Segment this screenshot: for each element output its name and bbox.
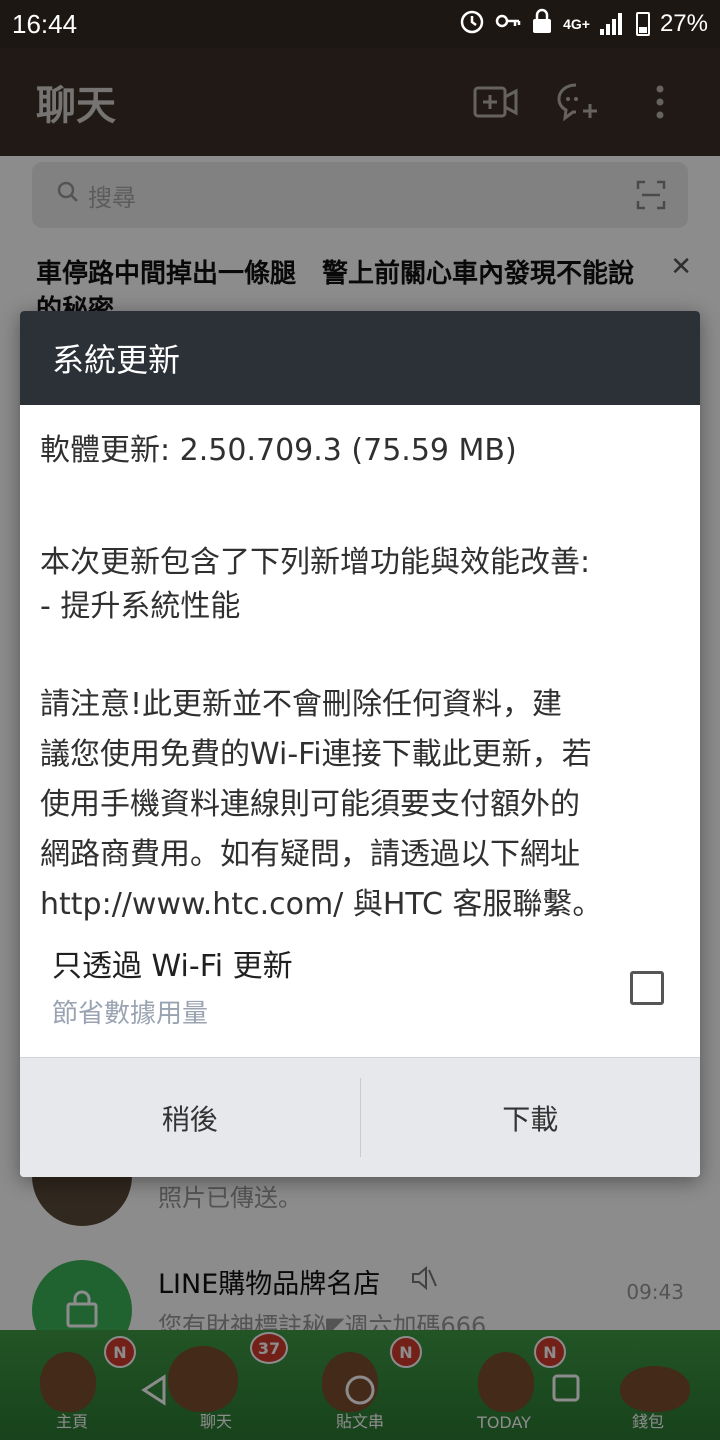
- battery-icon: [635, 12, 650, 36]
- notice-line: 議您使用免費的Wi-Fi連接下載此更新，若: [40, 737, 592, 772]
- wifi-only-checkbox[interactable]: [630, 971, 664, 1005]
- dialog-actions: 稍後 下載: [20, 1057, 700, 1177]
- battery-level: 27%: [659, 10, 708, 37]
- signal-icon: [599, 13, 626, 35]
- wifi-option-title: 只透過 Wi-Fi 更新: [52, 949, 293, 984]
- notice-line: 請注意!此更新並不會刪除任何資料，建: [40, 687, 563, 722]
- notice-line: 網路商費用。如有疑問，請透過以下網址: [40, 837, 580, 872]
- features-intro: 本次更新包含了下列新增功能與效能改善:: [40, 545, 591, 580]
- notice-url-line: http://www.htc.com/ 與HTC 客服聯繫。: [40, 887, 603, 922]
- feature-item: - 提升系統性能: [40, 589, 241, 624]
- version-label: 軟體更新:: [40, 433, 171, 468]
- lock-icon: [531, 8, 553, 41]
- wifi-only-option[interactable]: 只透過 Wi-Fi 更新 節省數據用量: [20, 931, 700, 1057]
- version-value: 2.50.709.3 (75.59 MB): [179, 433, 517, 468]
- dialog-body: 軟體更新: 2.50.709.3 (75.59 MB) 本次更新包含了下列新增功…: [20, 405, 700, 927]
- status-icons: 4G+ 27%: [459, 8, 708, 41]
- wifi-option-subtitle: 節省數據用量: [52, 999, 209, 1029]
- dialog-title: 系統更新: [20, 311, 700, 405]
- system-update-dialog: 系統更新 軟體更新: 2.50.709.3 (75.59 MB) 本次更新包含了…: [20, 311, 700, 1177]
- network-type: 4G+: [563, 16, 590, 32]
- notice-line: 使用手機資料連線則可能須要支付額外的: [40, 787, 580, 822]
- version-line: 軟體更新: 2.50.709.3 (75.59 MB): [40, 429, 680, 495]
- later-button[interactable]: 稍後: [20, 1058, 360, 1177]
- download-button[interactable]: 下載: [361, 1058, 701, 1177]
- status-time: 16:44: [12, 8, 78, 39]
- alarm-icon: [459, 8, 485, 41]
- status-bar: 16:44 4G+ 27%: [0, 0, 720, 48]
- key-icon: [495, 10, 521, 38]
